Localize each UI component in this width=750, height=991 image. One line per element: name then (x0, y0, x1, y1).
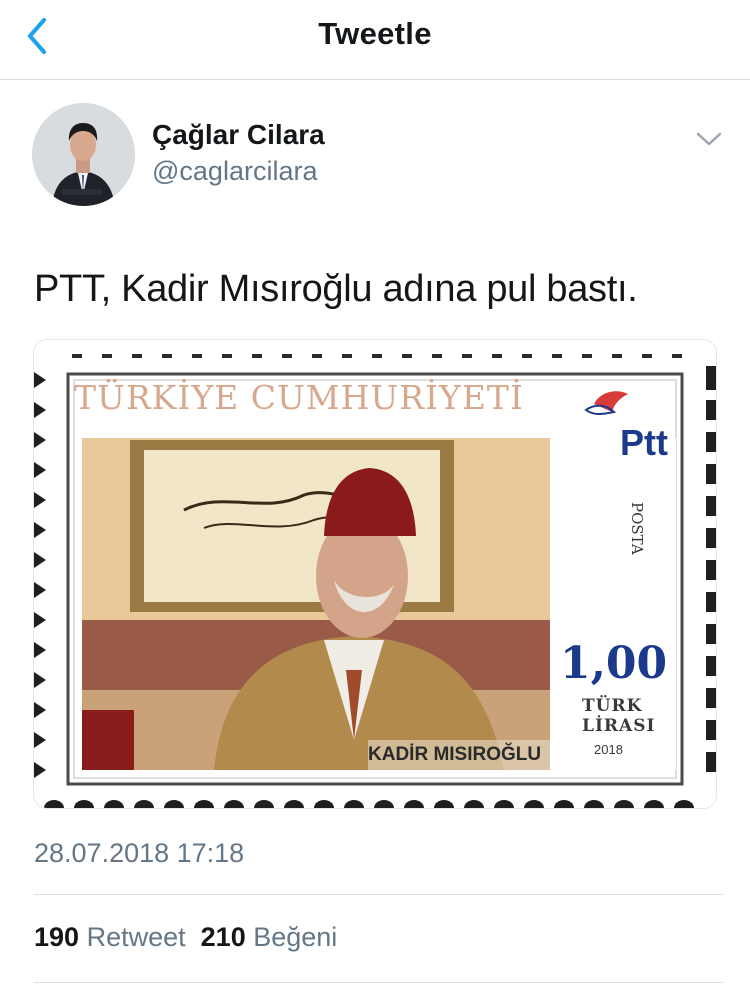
divider (34, 894, 724, 895)
ptt-logo: Ptt (620, 422, 668, 463)
stamp-currency-line1: TÜRK (582, 696, 643, 716)
stamp-posta: POSTA (628, 502, 646, 555)
tweet-media[interactable]: TÜRKİYE CUMHURİYETİ Ptt POSTA 1,00 TÜRK … (33, 339, 717, 809)
like-label: Beğeni (253, 922, 338, 952)
avatar-photo (32, 103, 135, 206)
chevron-down-icon (696, 132, 722, 146)
like-count: 210 (200, 922, 246, 952)
author-name[interactable]: Çağlar Cilara (152, 119, 325, 151)
likes-stat[interactable]: 210 Beğeni (201, 922, 338, 952)
more-options-button[interactable] (694, 126, 724, 150)
tweet-stats: 190 Retweet 210 Beğeni (34, 922, 337, 953)
divider (34, 982, 724, 983)
stamp-caption: KADİR MISIROĞLU (368, 744, 542, 765)
retweet-count: 190 (34, 922, 80, 952)
stamp-currency-line2: LİRASI (582, 716, 656, 736)
stamp-value: 1,00 (560, 638, 668, 689)
tweet-text: PTT, Kadir Mısıroğlu adına pul bastı. (34, 268, 638, 310)
page-title: Tweetle (318, 16, 432, 51)
top-bar: Tweetle (0, 0, 750, 80)
tweet-timestamp: 28.07.2018 17:18 (34, 838, 245, 868)
stamp-country: TÜRKİYE CUMHURİYETİ (74, 378, 524, 417)
author-handle[interactable]: @caglarcilara (152, 156, 317, 187)
retweet-label: Retweet (86, 922, 186, 952)
avatar[interactable] (32, 103, 135, 206)
retweets-stat[interactable]: 190 Retweet (34, 922, 186, 952)
stamp-year: 2018 (594, 742, 623, 757)
